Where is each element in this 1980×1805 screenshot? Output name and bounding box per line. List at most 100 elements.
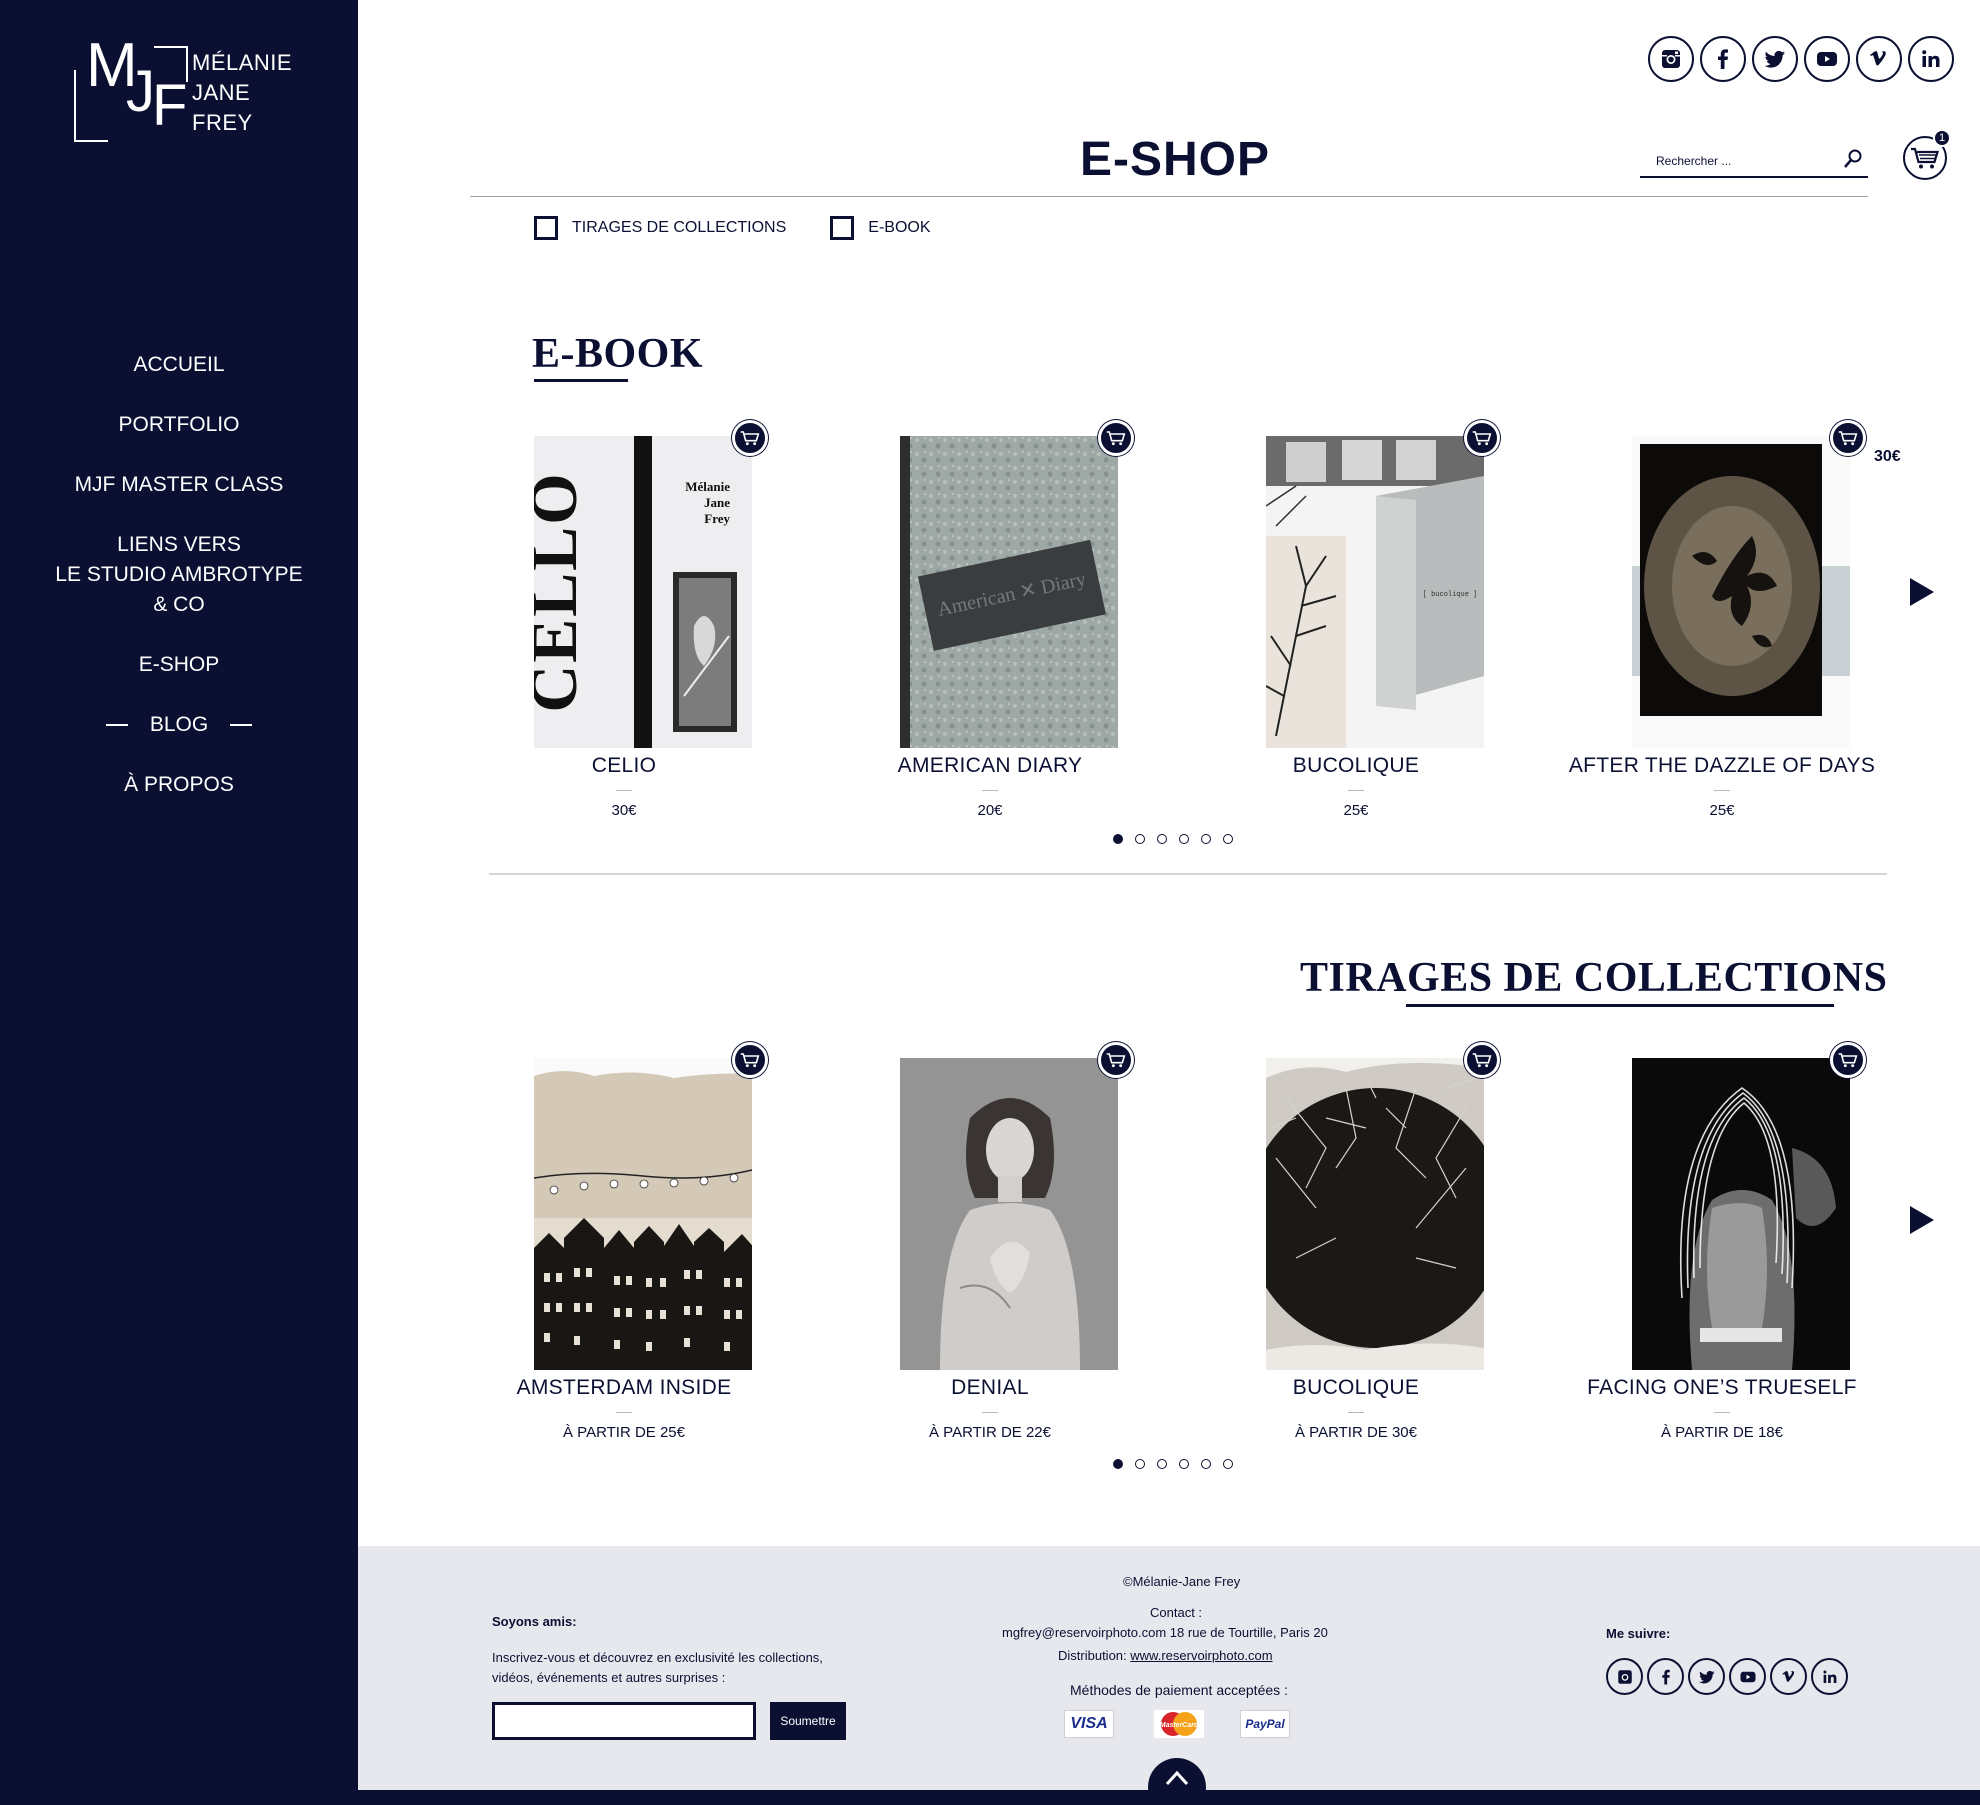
carousel-dot[interactable] [1135,1459,1145,1469]
mastercard-logo: MasterCard [1154,1710,1204,1738]
checkbox[interactable] [830,216,855,240]
divider [982,790,998,791]
brand-name-line: FREY [192,110,253,135]
contact-label: Contact : [1150,1605,1203,1620]
carousel-dot[interactable] [1157,1459,1167,1469]
product-title[interactable]: AFTER THE DAZZLE OF DAYS [1554,754,1890,778]
nav-item-liens-studio[interactable]: LIENS VERS LE STUDIO AMBROTYPE & CO [0,530,358,620]
cart-icon [1911,147,1939,169]
cover-title-bucolique: [ bucolique ] [1423,591,1478,599]
cart-icon [1106,431,1126,446]
filter-e-book[interactable]: E-BOOK [830,216,931,240]
carousel-dot[interactable] [1201,834,1211,844]
cart-icon [740,431,760,446]
product-title[interactable]: DENIAL [822,1376,1158,1400]
carousel-dot[interactable] [1157,834,1167,844]
twitter-icon[interactable] [1752,36,1798,82]
dash-decoration [230,724,253,726]
carousel-dot[interactable] [1223,1459,1233,1469]
product-title[interactable]: BUCOLIQUE [1188,1376,1524,1400]
sidebar: M J F MÉLANIE JANE FREY ACCUEIL PORTFOLI… [0,0,358,1805]
linkedin-icon[interactable] [1811,1658,1848,1695]
checkbox[interactable] [534,216,558,240]
carousel-dot[interactable] [1113,1459,1123,1469]
instagram-icon[interactable] [1606,1658,1643,1695]
cart-icon [1472,431,1492,446]
facebook-icon[interactable] [1700,36,1746,82]
newsletter-email-input[interactable] [492,1702,756,1740]
search-input[interactable] [1640,146,1830,176]
instagram-icon[interactable] [1648,36,1694,82]
add-to-cart-button[interactable] [1830,420,1866,456]
product-image[interactable] [900,1058,1118,1370]
nav-item-accueil[interactable]: ACCUEIL [0,350,358,380]
product-title[interactable]: FACING ONE’S TRUESELF [1554,1376,1890,1400]
nav-item-portfolio[interactable]: PORTFOLIO [0,410,358,440]
visa-logo: VISA [1064,1710,1114,1738]
divider [982,1412,998,1413]
nav-item-blog[interactable]: BLOG [0,710,358,740]
product-title[interactable]: BUCOLIQUE [1188,754,1524,778]
newsletter-text: Inscrivez-vous et découvrez en exclusivi… [492,1650,823,1665]
carousel-dot[interactable] [1179,834,1189,844]
add-to-cart-button[interactable] [1098,420,1134,456]
product-image[interactable]: [ bucolique ] [1265,436,1484,748]
nav-item-master-class[interactable]: MJF MASTER CLASS [0,470,358,500]
product-image[interactable]: American ✕ Diary [900,436,1118,748]
nav-item-label-line: & CO [153,593,205,616]
filter-label: TIRAGES DE COLLECTIONS [572,219,787,236]
carousel-dot[interactable] [1135,834,1145,844]
linkedin-icon[interactable] [1908,36,1954,82]
carousel-next-arrow[interactable] [1910,1206,1934,1234]
product-image[interactable] [1246,1058,1506,1370]
carousel-dot[interactable] [1179,1459,1189,1469]
twitter-icon[interactable] [1688,1658,1725,1695]
carousel-next-arrow[interactable] [1910,578,1934,606]
youtube-icon[interactable] [1729,1658,1766,1695]
add-to-cart-button[interactable] [732,420,768,456]
divider [1348,1412,1364,1413]
product-title[interactable]: AMERICAN DIARY [822,754,1158,778]
product-image[interactable] [1632,1058,1850,1370]
distribution-label: Distribution: [1058,1648,1127,1663]
cover-author: Frey [704,511,730,526]
filter-tirages-de-collections[interactable]: TIRAGES DE COLLECTIONS [534,216,786,240]
youtube-icon[interactable] [1804,36,1850,82]
add-to-cart-button[interactable] [1830,1042,1866,1078]
product-image[interactable] [1632,436,1850,748]
add-to-cart-button[interactable] [732,1042,768,1078]
section-title-collections: TIRAGES DE COLLECTIONS [1300,955,1888,1001]
cart-count-badge: 1 [1933,129,1951,147]
carousel-dot[interactable] [1223,834,1233,844]
newsletter-title: Soyons amis: [492,1614,577,1629]
copyright: ©Mélanie-Jane Frey [1123,1574,1241,1589]
cart-icon [1838,431,1858,446]
nav-item-a-propos[interactable]: À PROPOS [0,770,358,800]
social-links-footer [1606,1658,1848,1695]
facebook-icon[interactable] [1647,1658,1684,1695]
distribution: Distribution: www.reservoirphoto.com [1058,1648,1273,1663]
distribution-link[interactable]: www.reservoirphoto.com [1130,1648,1272,1663]
cart-button[interactable]: 1 [1903,129,1951,180]
nav-item-eshop[interactable]: E-SHOP [0,650,358,680]
vimeo-icon[interactable] [1856,36,1902,82]
add-to-cart-button[interactable] [1098,1042,1134,1078]
vimeo-icon[interactable] [1770,1658,1807,1695]
divider [1714,1412,1730,1413]
add-to-cart-button[interactable] [1464,1042,1500,1078]
search-box [1640,146,1868,178]
carousel-dot[interactable] [1201,1459,1211,1469]
cover-author: Mélanie [685,479,730,494]
add-to-cart-button[interactable] [1464,420,1500,456]
newsletter-submit-button[interactable]: Soumettre [770,1702,846,1740]
mastercard-label: MasterCard [1160,1722,1199,1729]
search-icon[interactable] [1840,146,1866,172]
product-title[interactable]: CELIO [456,754,792,778]
product-title[interactable]: AMSTERDAM INSIDE [456,1376,792,1400]
social-links-header [1648,36,1954,82]
carousel-dot[interactable] [1113,834,1123,844]
product-image[interactable]: CELLO Mélanie Jane Frey [518,436,752,748]
site-logo[interactable]: M J F MÉLANIE JANE FREY [74,31,314,142]
product-image[interactable] [533,1058,758,1370]
page-title: E-SHOP [1080,133,1271,186]
